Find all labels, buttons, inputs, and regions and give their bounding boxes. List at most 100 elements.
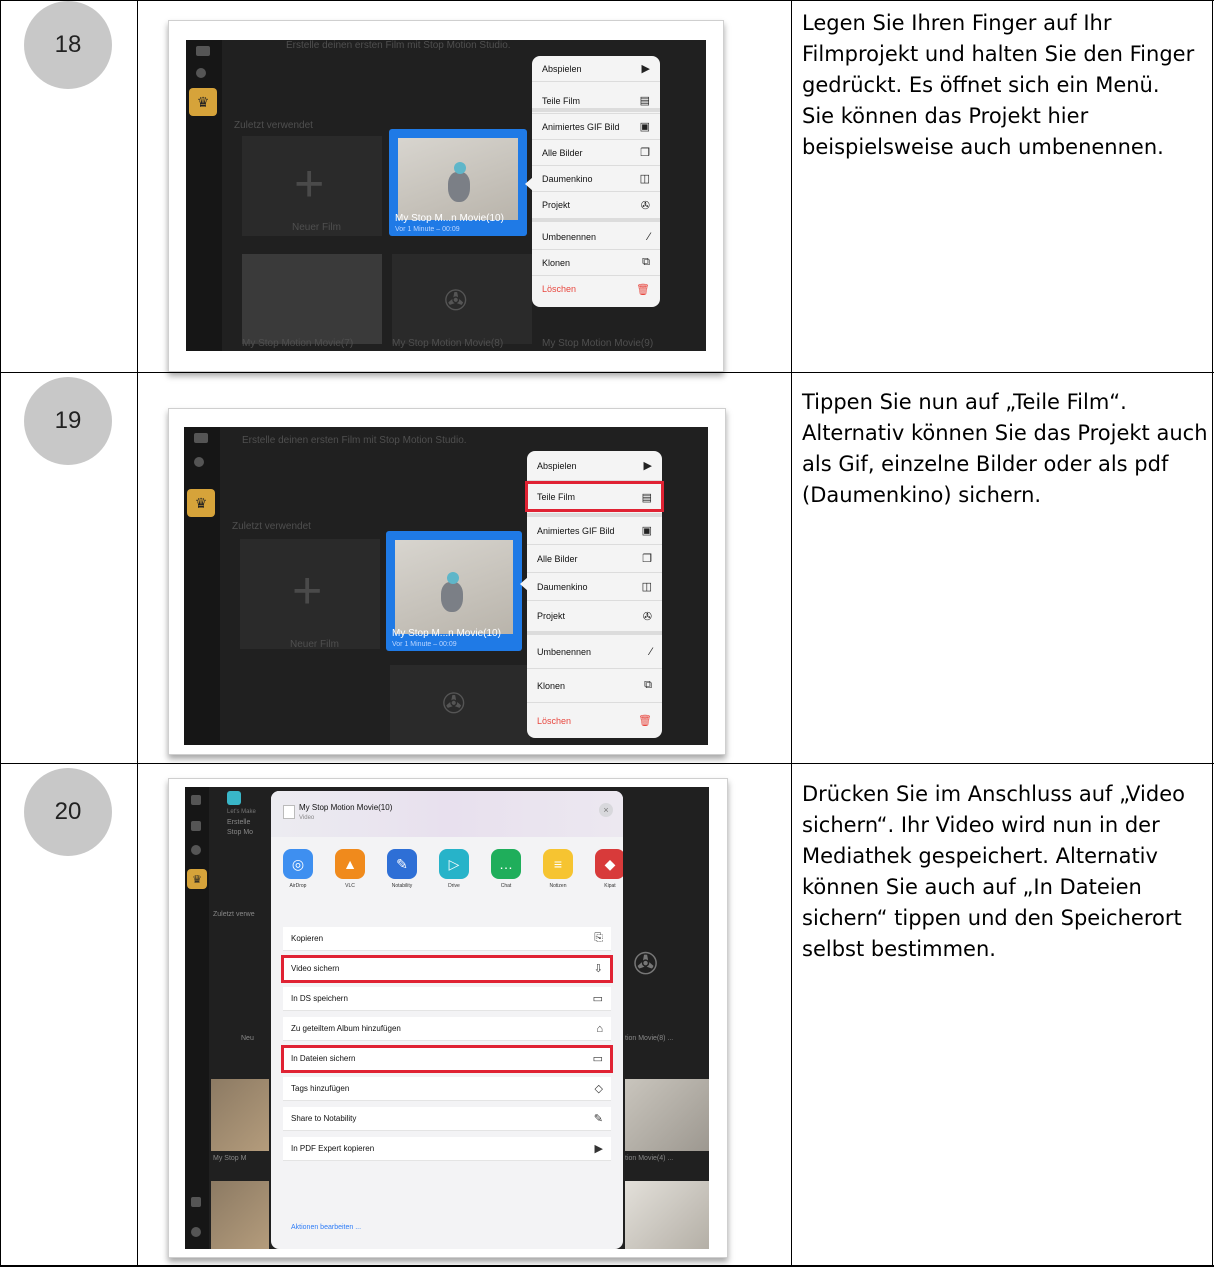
project-photo[interactable] [211, 1181, 269, 1249]
step-number-badge: 18 [24, 1, 112, 89]
share-app-notability[interactable]: ✎ [387, 849, 417, 879]
selected-project-card[interactable]: My Stop M...n Movie(10) Vor 1 Minute – 0… [389, 129, 527, 236]
share-action-label: Share to Notability [291, 1114, 357, 1123]
row-divider [0, 763, 1214, 764]
book-icon: ◫ [641, 581, 652, 593]
folder-icon [196, 46, 210, 56]
image-icon: ▣ [639, 121, 650, 133]
share-action-item[interactable]: In PDF Expert kopieren ▶ [283, 1137, 611, 1161]
menu-item-label: Animiertes GIF Bild [542, 121, 620, 132]
share-app-airdrop[interactable]: ◎ [283, 849, 313, 879]
app-icon: ✎ [396, 855, 408, 872]
figure-head [447, 572, 459, 584]
menu-item-loeschen[interactable]: Löschen 🗑 [527, 703, 662, 738]
new-film-tile[interactable]: + [240, 539, 380, 649]
menu-item-gif[interactable]: Animiertes GIF Bild ▣ [527, 517, 662, 545]
edit-actions-link[interactable]: Aktionen bearbeiten ... [291, 1224, 361, 1231]
share-app-label: VLC [345, 883, 355, 889]
menu-item-klonen[interactable]: Klonen ⧉ [527, 669, 662, 703]
app-icon: ≡ [553, 856, 563, 872]
close-icon[interactable]: × [599, 803, 613, 817]
menu-item-alle-bilder[interactable]: Alle Bilder ❐ [527, 545, 662, 573]
crown-icon[interactable]: ♛ [187, 489, 215, 517]
crown-icon[interactable]: ♛ [189, 88, 217, 116]
project-photo[interactable] [625, 1181, 709, 1249]
menu-item-umbenennen[interactable]: Umbenennen ⁄ [527, 635, 662, 669]
selected-project-card[interactable]: My Stop M...n Movie(10) Vor 1 Minute – 0… [386, 531, 522, 651]
project-photo[interactable] [625, 1079, 709, 1151]
share-action-label: Tags hinzufügen [291, 1084, 350, 1093]
images-icon: ❐ [642, 553, 652, 565]
bulb-icon [196, 68, 206, 78]
share-action-item[interactable]: Zu geteiltem Album hinzufügen ⌂ [283, 1017, 611, 1041]
menu-item-label: Klonen [537, 680, 566, 691]
project-tile[interactable] [242, 254, 382, 344]
share-header: My Stop Motion Movie(10) Video × [271, 791, 623, 837]
new-film-label: Neuer Film [290, 639, 339, 650]
menu-item-loeschen[interactable]: Löschen 🗑 [532, 276, 660, 302]
menu-item-alle-bilder[interactable]: Alle Bilder ❐ [532, 140, 660, 166]
share-app-label: Drive [448, 883, 460, 889]
home-icon [191, 795, 201, 805]
menu-item-umbenennen[interactable]: Umbenennen ⁄ [532, 224, 660, 250]
project-label: My Stop Motion Movie(9) [542, 338, 654, 349]
camera-icon: ✇ [633, 948, 659, 981]
project-tile[interactable]: ✇ [390, 665, 530, 745]
film-icon: ▤ [639, 95, 650, 107]
app-screen: ♛ Let's Make Erstelle Stop Mo Zuletzt ve… [185, 787, 709, 1249]
menu-item-label: Klonen [542, 257, 571, 268]
bg-text: Let's Make [227, 809, 256, 815]
menu-item-label: Alle Bilder [542, 147, 583, 158]
share-action-icon: ▭ [592, 993, 603, 1005]
share-app-notizen[interactable]: ≡ [543, 849, 573, 879]
share-app-drive[interactable]: ▷ [439, 849, 469, 879]
app-icon: ▷ [448, 855, 460, 872]
screenshot-step-18: ♛ Erstelle deinen ersten Film mit Stop M… [168, 20, 724, 372]
share-action-item[interactable]: In DS speichern ▭ [283, 987, 611, 1011]
highlight-in-dateien-sichern [281, 1045, 613, 1073]
share-app-chat[interactable]: … [491, 849, 521, 879]
menu-item-daumenkino[interactable]: Daumenkino ◫ [527, 573, 662, 601]
share-app-kipat[interactable]: ◆ [595, 849, 623, 879]
menu-item-klonen[interactable]: Klonen ⧉ [532, 250, 660, 276]
share-action-item[interactable]: Share to Notability ✎ [283, 1107, 611, 1131]
app-screen: ♛ Erstelle deinen ersten Film mit Stop M… [184, 427, 708, 745]
table-border-left [0, 0, 1, 1267]
crown-icon[interactable]: ♛ [187, 869, 207, 889]
project-photo[interactable] [211, 1079, 269, 1151]
trash-icon: 🗑 [636, 283, 650, 296]
row-divider [0, 372, 1214, 373]
menu-item-projekt[interactable]: Projekt ✇ [532, 192, 660, 222]
share-action-label: Kopieren [291, 934, 324, 943]
share-app-vlc[interactable]: ▲ [335, 849, 365, 879]
menu-item-label: Umbenennen [542, 231, 597, 242]
menu-item-teile-film[interactable]: Teile Film ▤ [532, 88, 660, 114]
book-icon: ◫ [639, 173, 650, 185]
share-app-label: Notability [391, 883, 413, 889]
folder-icon [191, 821, 201, 831]
share-action-item[interactable]: Kopieren ⎘ [283, 927, 611, 951]
menu-item-abspielen[interactable]: Abspielen ▶ [527, 451, 662, 481]
menu-item-label: Löschen [542, 284, 577, 294]
screenshot-step-20: ♛ Let's Make Erstelle Stop Mo Zuletzt ve… [168, 778, 728, 1258]
menu-item-label: Teile Film [542, 95, 581, 106]
image-icon: ▣ [641, 525, 652, 537]
share-action-item[interactable]: Tags hinzufügen ◇ [283, 1077, 611, 1101]
project-thumbnail [398, 138, 518, 220]
app-icon: ◎ [291, 855, 305, 872]
column-divider [137, 0, 138, 1267]
sidebar: ♛ [186, 40, 222, 351]
table-border-right [1212, 0, 1213, 1267]
project-tile[interactable]: ✇ [392, 254, 532, 344]
new-film-tile[interactable]: + [242, 136, 382, 236]
menu-item-abspielen[interactable]: Abspielen ▶ [532, 56, 660, 82]
bg-text: Stop Mo [227, 829, 254, 836]
menu-item-daumenkino[interactable]: Daumenkino ◫ [532, 166, 660, 192]
menu-item-projekt[interactable]: Projekt ✇ [527, 601, 662, 635]
description-paragraph: Drücken Sie im Anschluss auf „Video sich… [802, 782, 1185, 961]
camera-icon: ✇ [444, 285, 468, 316]
menu-item-gif[interactable]: Animiertes GIF Bild ▣ [532, 114, 660, 140]
play-icon: ▶ [641, 63, 650, 75]
figure-head [454, 162, 466, 174]
plus-icon: + [292, 562, 323, 620]
